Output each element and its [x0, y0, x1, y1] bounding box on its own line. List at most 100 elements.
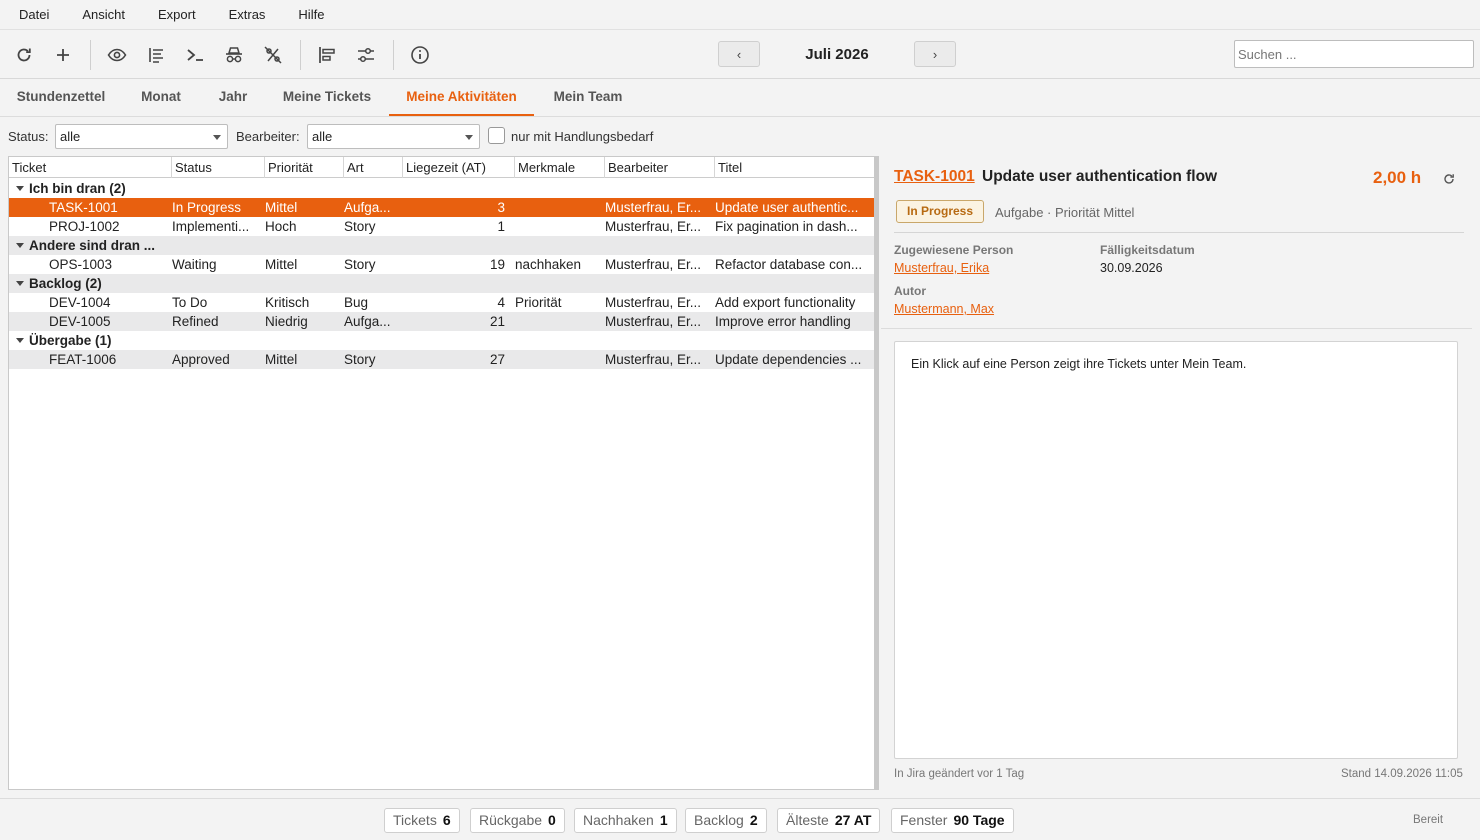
align-left-icon[interactable] — [314, 42, 340, 68]
menu-datei[interactable]: Datei — [19, 7, 49, 22]
cell-priority: Niedrig — [265, 314, 308, 329]
column-header-type[interactable]: Art — [344, 157, 403, 178]
chip-fenster[interactable]: Fenster 90 Tage — [891, 808, 1014, 833]
cell-title: Fix pagination in dash... — [715, 219, 858, 234]
chip-aelteste[interactable]: Älteste 27 AT — [777, 808, 881, 833]
incognito-icon[interactable] — [221, 42, 247, 68]
cell-title: Add export functionality — [715, 295, 856, 310]
column-header-priority[interactable]: Priorität — [265, 157, 344, 178]
percent-off-icon[interactable] — [260, 42, 286, 68]
status-filter-label: Status: — [8, 129, 49, 144]
tab-monat[interactable]: Monat — [130, 79, 192, 116]
cell-type: Bug — [344, 295, 369, 310]
column-header-assignee[interactable]: Bearbeiter — [605, 157, 715, 178]
due-date-value: 30.09.2026 — [1100, 261, 1163, 275]
tab-meine-tickets[interactable]: Meine Tickets — [276, 79, 378, 116]
search-input[interactable] — [1234, 40, 1474, 68]
group-row-uebergabe[interactable]: Übergabe (1) — [9, 331, 875, 350]
cell-tags — [515, 312, 603, 331]
assignee-label: Zugewiesene Person — [894, 243, 1014, 257]
cell-status: Refined — [172, 314, 219, 329]
cell-status: Implementi... — [172, 219, 250, 234]
toolbar: ‹ Juli 2026 › — [0, 30, 1480, 79]
assignee-filter-select[interactable]: alle — [307, 124, 480, 149]
next-month-button[interactable]: › — [914, 41, 956, 67]
chip-nachhaken[interactable]: Nachhaken 1 — [574, 808, 677, 833]
sliders-icon[interactable] — [353, 42, 379, 68]
last-changed-text: In Jira geändert vor 1 Tag — [894, 768, 1025, 780]
table-row[interactable]: TASK-1001 In Progress Mittel Aufga... 3 … — [9, 198, 875, 217]
group-row-andere-sind-dran[interactable]: Andere sind dran ... — [9, 236, 875, 255]
chip-rueckgabe[interactable]: Rückgabe 0 — [470, 808, 565, 833]
menu-ansicht[interactable]: Ansicht — [82, 7, 125, 22]
terminal-icon[interactable] — [182, 42, 208, 68]
add-icon[interactable] — [50, 42, 76, 68]
expand-triangle-icon[interactable] — [16, 243, 24, 248]
toolbar-separator — [300, 40, 301, 70]
expand-triangle-icon[interactable] — [16, 281, 24, 286]
cell-assignee: Musterfrau, Er... — [605, 219, 702, 234]
status-bar: Tickets 6 Rückgabe 0 Nachhaken 1 Backlog 2 Ä… — [0, 798, 1480, 840]
refresh-icon[interactable] — [11, 42, 37, 68]
chip-backlog[interactable]: Backlog 2 — [685, 808, 767, 833]
cell-assignee: Musterfrau, Er... — [605, 352, 702, 367]
splitter-handle[interactable] — [874, 156, 879, 790]
column-header-ticket[interactable]: Ticket — [9, 157, 172, 178]
column-header-tags[interactable]: Merkmale — [515, 157, 605, 178]
tab-stundenzettel[interactable]: Stundenzettel — [12, 79, 110, 116]
cell-age: 27 — [489, 352, 505, 367]
chip-value: 6 — [442, 812, 451, 828]
refresh-icon[interactable] — [1442, 172, 1456, 186]
chip-value: 1 — [659, 812, 668, 828]
column-header-status[interactable]: Status — [172, 157, 265, 178]
menu-extras[interactable]: Extras — [229, 7, 266, 22]
table-row[interactable]: FEAT-1006 Approved Mittel Story 27 Muste… — [9, 350, 875, 369]
assignee-link[interactable]: Musterfrau, Erika — [894, 261, 989, 275]
chip-tickets[interactable]: Tickets 6 — [384, 808, 460, 833]
tab-jahr[interactable]: Jahr — [212, 79, 254, 116]
action-needed-checkbox[interactable] — [488, 127, 505, 144]
status-badge: In Progress — [896, 200, 985, 223]
info-icon[interactable] — [407, 42, 433, 68]
status-filter-select[interactable]: alle — [55, 124, 228, 149]
menu-export[interactable]: Export — [158, 7, 196, 22]
list-icon[interactable] — [143, 42, 169, 68]
tab-mein-team[interactable]: Mein Team — [546, 79, 630, 116]
cell-tags — [515, 350, 603, 369]
cell-assignee: Musterfrau, Er... — [605, 314, 702, 329]
group-row-backlog[interactable]: Backlog (2) — [9, 274, 875, 293]
cell-priority: Hoch — [265, 219, 297, 234]
cell-status: Approved — [172, 352, 230, 367]
table-row[interactable]: OPS-1003 Waiting Mittel Story 19 nachhak… — [9, 255, 875, 274]
cell-age: 3 — [497, 200, 505, 215]
author-link[interactable]: Mustermann, Max — [894, 302, 994, 316]
notes-box[interactable]: Ein Klick auf eine Person zeigt ihre Tic… — [894, 341, 1458, 759]
expand-triangle-icon[interactable] — [16, 338, 24, 343]
table-row[interactable]: DEV-1004 To Do Kritisch Bug 4 Priorität … — [9, 293, 875, 312]
toolbar-separator — [90, 40, 91, 70]
table-row[interactable]: PROJ-1002 Implementi... Hoch Story 1 Mus… — [9, 217, 875, 236]
column-header-title[interactable]: Titel — [715, 157, 875, 178]
cell-type: Story — [344, 352, 376, 367]
table-row[interactable]: DEV-1005 Refined Niedrig Aufga... 21 Mus… — [9, 312, 875, 331]
column-header-age[interactable]: Liegezeit (AT) — [403, 157, 515, 178]
cell-status: In Progress — [172, 200, 242, 215]
eye-icon[interactable] — [104, 42, 130, 68]
group-label: Ich bin dran (2) — [29, 181, 126, 196]
chip-value: 2 — [749, 812, 758, 828]
cell-type: Story — [344, 219, 376, 234]
group-row-ich-bin-dran[interactable]: Ich bin dran (2) — [9, 179, 875, 198]
tab-meine-aktivitaeten[interactable]: Meine Aktivitäten — [389, 79, 534, 116]
cell-ticket: FEAT-1006 — [49, 352, 117, 367]
prev-month-button[interactable]: ‹ — [718, 41, 760, 67]
menu-bar: Datei Ansicht Export Extras Hilfe — [0, 0, 1480, 30]
ready-status: Bereit — [1413, 814, 1444, 826]
menu-hilfe[interactable]: Hilfe — [298, 7, 324, 22]
ticket-key-link[interactable]: TASK-1001 — [894, 168, 975, 186]
snapshot-timestamp: Stand 14.09.2026 11:05 — [1341, 768, 1463, 780]
tab-bar: Stundenzettel Monat Jahr Meine Tickets M… — [0, 79, 1480, 117]
cell-assignee: Musterfrau, Er... — [605, 295, 702, 310]
cell-age: 1 — [497, 219, 505, 234]
cell-title: Refactor database con... — [715, 257, 863, 272]
expand-triangle-icon[interactable] — [16, 186, 24, 191]
